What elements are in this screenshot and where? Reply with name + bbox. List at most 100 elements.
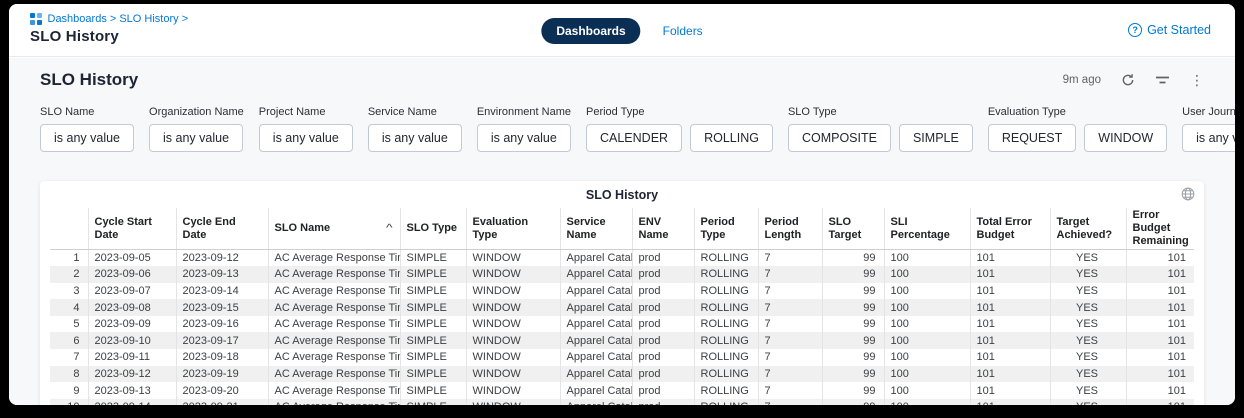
table-row[interactable]: 72023-09-112023-09-18AC Average Response… xyxy=(50,349,1194,366)
table-cell: 101 xyxy=(970,366,1050,383)
table-row[interactable]: 12023-09-052023-09-12AC Average Response… xyxy=(50,250,1194,267)
column-header[interactable]: SLO Target xyxy=(822,208,884,250)
column-header[interactable] xyxy=(50,208,88,250)
table-cell: WINDOW xyxy=(466,250,560,267)
breadcrumb-text[interactable]: Dashboards > SLO History > xyxy=(48,13,189,25)
filter-chip[interactable]: ROLLING xyxy=(690,124,773,152)
table-row[interactable]: 52023-09-092023-09-16AC Average Response… xyxy=(50,316,1194,333)
table-cell: 10 xyxy=(50,399,88,405)
table-cell: 101 xyxy=(1126,266,1194,283)
table-cell: prod xyxy=(632,349,694,366)
table-cell: WINDOW xyxy=(466,399,560,405)
table-cell: 100 xyxy=(884,382,970,399)
refresh-icon[interactable] xyxy=(1121,73,1135,87)
table-cell: AC Average Response Time xyxy=(268,399,400,405)
table-row[interactable]: 82023-09-122023-09-19AC Average Response… xyxy=(50,366,1194,383)
column-header[interactable]: Target Achieved? xyxy=(1050,208,1126,250)
filter-chip[interactable]: is any value xyxy=(477,124,571,152)
table-row[interactable]: 32023-09-072023-09-14AC Average Response… xyxy=(50,283,1194,300)
table-cell: YES xyxy=(1050,349,1126,366)
column-header[interactable]: Total Error Budget xyxy=(970,208,1050,250)
filter-chip[interactable]: REQUEST xyxy=(988,124,1076,152)
table-row[interactable]: 22023-09-062023-09-13AC Average Response… xyxy=(50,266,1194,283)
table-row[interactable]: 92023-09-132023-09-20AC Average Response… xyxy=(50,382,1194,399)
filter-chip[interactable]: is any value xyxy=(149,124,243,152)
filter-chip[interactable]: is any value xyxy=(259,124,353,152)
table-cell: 100 xyxy=(884,266,970,283)
table-body: 12023-09-052023-09-12AC Average Response… xyxy=(50,250,1194,406)
table-cell: 2023-09-14 xyxy=(88,399,176,405)
top-bar: Dashboards > SLO History > SLO History D… xyxy=(9,4,1235,57)
table-cell: 101 xyxy=(970,349,1050,366)
column-header[interactable]: Period Length xyxy=(758,208,822,250)
filter-chip[interactable]: is any value xyxy=(1182,124,1235,152)
table-cell: 7 xyxy=(758,366,822,383)
table-cell: 101 xyxy=(970,332,1050,349)
help-icon: ? xyxy=(1128,23,1142,37)
table-cell: 2023-09-07 xyxy=(88,283,176,300)
table-cell: 99 xyxy=(822,366,884,383)
table-cell: YES xyxy=(1050,399,1126,405)
column-header[interactable]: SLO Type xyxy=(400,208,466,250)
table-cell: 100 xyxy=(884,349,970,366)
table-cell: 3 xyxy=(50,283,88,300)
dashboards-grid-icon xyxy=(30,13,42,25)
filter-chip[interactable]: WINDOW xyxy=(1084,124,1167,152)
slo-history-table: Cycle Start DateCycle End DateSLO Name^S… xyxy=(50,208,1194,405)
table-cell: 100 xyxy=(884,299,970,316)
table-cell: 101 xyxy=(970,283,1050,300)
filter-chip[interactable]: COMPOSITE xyxy=(788,124,891,152)
filter-group: SLO Nameis any value xyxy=(40,106,134,152)
table-cell: 2023-09-12 xyxy=(176,250,268,267)
table-row[interactable]: 62023-09-102023-09-17AC Average Response… xyxy=(50,332,1194,349)
get-started-link[interactable]: ? Get Started xyxy=(1128,23,1211,37)
filter-group: User Journeyis any value xyxy=(1182,106,1235,152)
table-cell: 101 xyxy=(1126,349,1194,366)
table-cell: ROLLING xyxy=(694,299,758,316)
filter-chip[interactable]: CALENDER xyxy=(586,124,682,152)
table-cell: WINDOW xyxy=(466,332,560,349)
table-cell: Apparel Catal... xyxy=(560,366,632,383)
filter-chip[interactable]: SIMPLE xyxy=(899,124,973,152)
table-row[interactable]: 42023-09-082023-09-15AC Average Response… xyxy=(50,299,1194,316)
filter-group: Service Nameis any value xyxy=(368,106,462,152)
table-cell: Apparel Catal... xyxy=(560,283,632,300)
table-cell: 2023-09-10 xyxy=(88,332,176,349)
breadcrumb[interactable]: Dashboards > SLO History > xyxy=(30,13,188,25)
table-cell: prod xyxy=(632,299,694,316)
table-cell: 101 xyxy=(970,299,1050,316)
column-header[interactable]: Error Budget Remaining xyxy=(1126,208,1194,250)
column-header[interactable]: SLO Name^ xyxy=(268,208,400,250)
column-header[interactable]: ENV Name xyxy=(632,208,694,250)
tab-dashboards[interactable]: Dashboards xyxy=(541,18,640,44)
more-options-icon[interactable]: ⋮ xyxy=(1190,75,1204,85)
table-cell: 100 xyxy=(884,332,970,349)
filter-group: Period TypeCALENDERROLLING xyxy=(586,106,773,152)
filter-label: Project Name xyxy=(259,106,353,118)
globe-icon[interactable] xyxy=(1181,187,1195,206)
column-header[interactable]: Cycle Start Date xyxy=(88,208,176,250)
table-cell: SIMPLE xyxy=(400,349,466,366)
column-header[interactable]: Cycle End Date xyxy=(176,208,268,250)
column-header[interactable]: Service Name xyxy=(560,208,632,250)
filter-toggle-icon[interactable] xyxy=(1155,74,1170,86)
column-header[interactable]: SLI Percentage xyxy=(884,208,970,250)
table-cell: 1 xyxy=(50,250,88,267)
table-cell: AC Average Response Time xyxy=(268,283,400,300)
filter-chip[interactable]: is any value xyxy=(40,124,134,152)
filter-chip[interactable]: is any value xyxy=(368,124,462,152)
column-header[interactable]: Period Type xyxy=(694,208,758,250)
table-cell: 2023-09-18 xyxy=(176,349,268,366)
table-row[interactable]: 102023-09-142023-09-21AC Average Respons… xyxy=(50,399,1194,405)
table-cell: 2023-09-11 xyxy=(88,349,176,366)
filter-group: SLO TypeCOMPOSITESIMPLE xyxy=(788,106,973,152)
table-cell: prod xyxy=(632,283,694,300)
table-cell: 7 xyxy=(758,382,822,399)
table-cell: 2023-09-13 xyxy=(88,382,176,399)
table-cell: 2 xyxy=(50,266,88,283)
filter-label: Environment Name xyxy=(477,106,571,118)
column-header[interactable]: Evaluation Type xyxy=(466,208,560,250)
table-cell: YES xyxy=(1050,283,1126,300)
table-cell: YES xyxy=(1050,250,1126,267)
tab-folders[interactable]: Folders xyxy=(663,24,703,38)
